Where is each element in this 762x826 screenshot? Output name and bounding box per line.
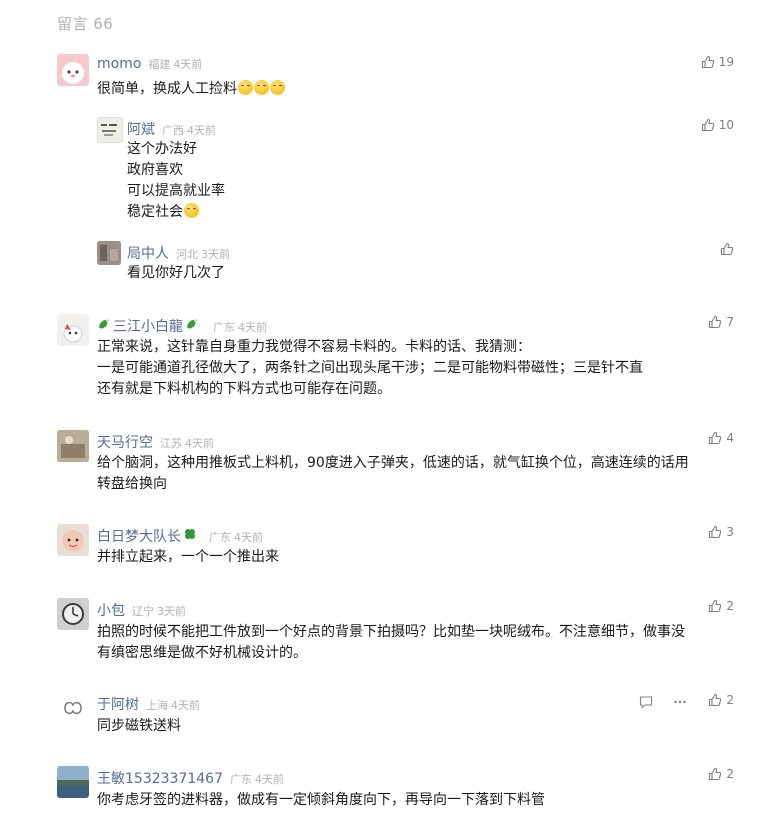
comment-line: 稳定社会	[127, 204, 183, 220]
comment-author[interactable]: 三江小白龍	[113, 316, 183, 336]
comment-line: 一是可能通道孔径做大了，两条针之间出现头尾干涉；二是可能物料带磁性；三是针不直	[97, 360, 643, 376]
like-button[interactable]	[720, 242, 734, 256]
thumbs-up-icon	[709, 767, 722, 781]
comment-time: 4天前	[254, 773, 284, 786]
thumbs-up-icon	[720, 242, 734, 256]
comment-author[interactable]: 于阿树	[97, 694, 139, 714]
comment-line: 同步磁铁送料	[97, 718, 181, 734]
comment-author[interactable]: 天马行空	[97, 432, 153, 452]
thumbs-up-icon	[701, 55, 714, 69]
comment-location: 广东	[229, 773, 252, 786]
avatar[interactable]	[57, 598, 89, 630]
comment-location: 河北	[176, 248, 198, 261]
reply-button[interactable]	[639, 694, 653, 713]
like-button[interactable]: 4	[708, 431, 734, 445]
like-count: 7	[726, 315, 734, 329]
comment-line: 拍照的时候不能把工件放到一个好点的背景下拍摄吗？比如垫一块呢绒布。不注意细节，做…	[97, 624, 685, 640]
comment-line: 可以提高就业率	[127, 183, 225, 199]
comment-author[interactable]: 白日梦大队长	[97, 526, 181, 546]
comment-line: 政府喜欢	[127, 162, 183, 178]
comment-body: 这个办法好 政府喜欢 可以提高就业率 稳定社会	[127, 139, 225, 223]
comment-location: 广东	[209, 531, 231, 544]
like-button[interactable]: 19	[701, 55, 734, 69]
avatar[interactable]	[57, 766, 89, 798]
comment-line: 看见你好几次了	[127, 265, 225, 281]
comment-line: 这个办法好	[127, 141, 197, 157]
comment-line: 还有就是下料机构的下料方式也可能存在问题。	[97, 381, 391, 397]
comment-author[interactable]: 王敏15323371467	[97, 768, 223, 788]
comment-line: 转盘给换向	[97, 476, 167, 492]
like-count: 2	[726, 693, 734, 707]
comment-line: 你考虑牙签的进料器，做成有一定倾斜角度向下，再导向一下落到下料管	[97, 792, 545, 808]
comment-time: 4天前	[238, 321, 267, 334]
like-count: 3	[726, 525, 734, 539]
comment-body: 并排立起来，一个一个推出来	[97, 547, 279, 568]
comment-time: 4天前	[171, 699, 200, 712]
comment-line: 并排立起来，一个一个推出来	[97, 549, 279, 565]
comment-author[interactable]: 小包	[97, 600, 125, 620]
avatar[interactable]	[57, 692, 89, 724]
clover-leaf-emoji	[185, 529, 195, 539]
comment-line: 正常来说，这针靠自身重力我觉得不容易卡料的。卡料的话、我猜测：	[97, 339, 531, 355]
thumbs-up-icon	[709, 599, 722, 613]
thumbs-up-icon	[709, 693, 722, 707]
heart-eyes-emoji	[184, 203, 199, 218]
comment-line: 给个脑洞，这种用推板式上料机，90度进入子弹夹，低速的话，就气缸换个位，高速连续…	[97, 455, 689, 471]
like-count: 10	[718, 118, 734, 132]
comment-author[interactable]: momo	[97, 56, 141, 72]
comment-author[interactable]: 阿斌	[127, 119, 155, 139]
comment-author[interactable]: 局中人	[127, 243, 169, 263]
like-button[interactable]: 2	[708, 767, 734, 781]
like-button[interactable]: 10	[701, 118, 734, 132]
comment-body: 给个脑洞，这种用推板式上料机，90度进入子弹夹，低速的话，就气缸换个位，高速连续…	[97, 453, 689, 495]
thumbs-up-icon	[709, 315, 722, 329]
like-count: 2	[726, 767, 734, 781]
grinning-squint-emoji	[270, 80, 285, 95]
comments-header: 留言 66	[57, 15, 114, 33]
avatar[interactable]	[57, 314, 89, 346]
thumbs-up-icon	[701, 118, 714, 132]
comment-time: 4天前	[173, 58, 203, 71]
comment-line: 很简单，换成人工捡料	[97, 81, 237, 97]
like-button[interactable]: 3	[708, 525, 734, 539]
comment-time: 3天前	[157, 605, 186, 618]
avatar[interactable]	[97, 117, 123, 143]
comment-body: 很简单，换成人工捡料	[97, 79, 285, 100]
like-count: 2	[726, 599, 734, 613]
comment-body: 正常来说，这针靠自身重力我觉得不容易卡料的。卡料的话、我猜测： 一是可能通道孔径…	[97, 337, 643, 400]
avatar[interactable]	[57, 524, 89, 556]
thumbs-up-icon	[709, 525, 722, 539]
comment-location: 广西	[162, 124, 184, 137]
comment-location: 辽宁	[132, 605, 154, 618]
like-count: 19	[718, 55, 734, 69]
comment-time: 4天前	[187, 124, 216, 137]
comment-location: 江苏	[160, 437, 182, 450]
avatar[interactable]	[57, 54, 89, 86]
like-button[interactable]: 7	[708, 315, 734, 329]
grinning-squint-emoji	[254, 80, 269, 95]
comment-body: 你考虑牙签的进料器，做成有一定倾斜角度向下，再导向一下落到下料管	[97, 790, 545, 811]
comment-body: 同步磁铁送料	[97, 716, 181, 737]
avatar[interactable]	[97, 241, 121, 265]
comment-line: 有缜密思维是做不好机械设计的。	[97, 645, 307, 661]
dragon-emoji	[187, 319, 197, 329]
avatar[interactable]	[57, 430, 89, 462]
like-button[interactable]: 2	[708, 693, 734, 707]
comment-body: 拍照的时候不能把工件放到一个好点的背景下拍摄吗？比如垫一块呢绒布。不注意细节，做…	[97, 622, 685, 664]
like-count: 4	[726, 431, 734, 445]
comment-time: 4天前	[185, 437, 214, 450]
more-dots-icon	[674, 700, 686, 704]
comment-body: 看见你好几次了	[127, 263, 225, 284]
dragon-emoji	[99, 319, 109, 329]
like-button[interactable]: 2	[708, 599, 734, 613]
comment-icon	[639, 696, 653, 709]
comment-time: 4天前	[234, 531, 263, 544]
comment-location: 福建	[148, 58, 171, 71]
comment-time: 3天前	[201, 248, 230, 261]
comment-location: 广东	[213, 321, 235, 334]
thumbs-up-icon	[709, 431, 722, 445]
comment-location: 上海	[146, 699, 168, 712]
more-button[interactable]	[673, 694, 687, 713]
grinning-squint-emoji	[238, 80, 253, 95]
